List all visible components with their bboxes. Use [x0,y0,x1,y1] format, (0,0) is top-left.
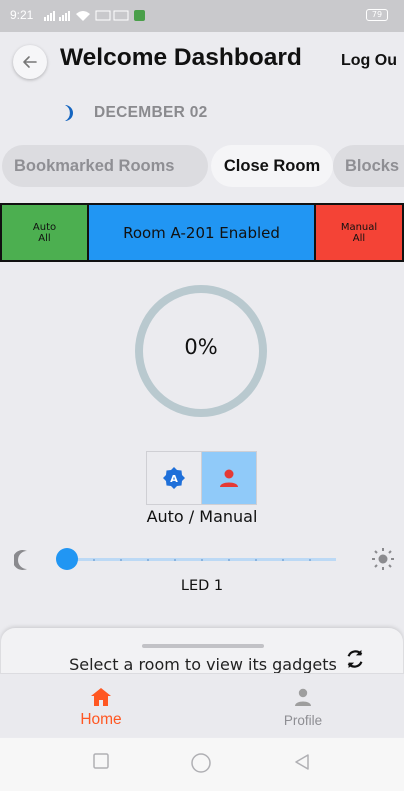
auto-all-label: Auto All [32,221,57,244]
slider-tick [93,559,95,561]
mode-toggle: A [146,451,257,505]
logout-button[interactable]: Log Ou [341,52,397,70]
room-status[interactable]: Room A-201 Enabled [89,205,316,260]
back-button[interactable] [13,45,47,79]
bottom-nav: Home Profile [0,673,404,737]
circle-icon[interactable] [190,752,212,774]
home-icon [91,688,111,706]
status-time: 9:21 [10,8,34,22]
manual-mode-button[interactable] [202,452,256,504]
person-icon [220,469,238,487]
nav-home[interactable]: Home [0,674,202,738]
arrow-left-icon [23,56,37,68]
tab-bookmarked-rooms[interactable]: Bookmarked Rooms [2,145,208,187]
nav-profile[interactable]: Profile [202,674,404,738]
person-icon [295,688,311,706]
refresh-icon[interactable] [344,648,366,670]
system-nav-bar [0,738,404,791]
date-row: DECEMBER 02 [62,104,208,122]
sun-icon [372,548,394,570]
nav-home-label: Home [80,711,122,728]
tab-close-room[interactable]: Close Room [211,145,333,187]
slider-tick [174,559,176,561]
progress-value: 0% [184,335,218,359]
moon-icon [14,550,27,570]
mode-label: Auto / Manual [146,507,258,526]
moon-icon [65,105,73,121]
manual-all-button[interactable]: Manual All [316,205,402,260]
slider-tick [309,559,311,561]
status-bar: 9:21 79 [0,0,404,32]
auto-mode-icon: A [163,467,185,489]
page-title: Welcome Dashboard [60,44,302,71]
slider-tick [255,559,257,561]
led-slider-thumb[interactable] [56,548,78,570]
slider-tick [147,559,149,561]
slider-tick [120,559,122,561]
nav-profile-label: Profile [283,713,323,728]
svg-text:A: A [170,474,178,485]
signal-icon [44,8,154,25]
manual-all-label: Manual All [340,221,378,244]
room-tabs: Bookmarked Rooms Close Room Blocks [0,145,404,187]
room-status-label: Room A-201 Enabled [123,223,280,242]
room-control-bar: Auto All Room A-201 Enabled Manual All [0,203,404,262]
auto-mode-button[interactable]: A [147,452,202,504]
sheet-handle[interactable] [142,644,264,648]
tab-blocks[interactable]: Blocks [333,145,404,187]
square-icon[interactable] [92,752,110,770]
slider-tick [201,559,203,561]
triangle-back-icon[interactable] [292,752,312,772]
slider-label: LED 1 [180,578,224,594]
slider-tick [228,559,230,561]
slider-tick [282,559,284,561]
auto-all-button[interactable]: Auto All [2,205,89,260]
date-label: DECEMBER 02 [94,104,208,121]
battery-icon: 79 [366,9,388,21]
